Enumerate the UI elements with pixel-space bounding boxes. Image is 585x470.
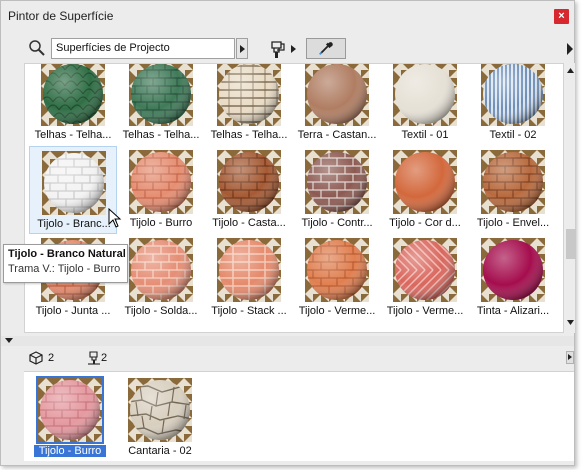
surface-tile[interactable]: Tijolo - Verme...: [293, 234, 381, 322]
object-count: 2: [48, 352, 55, 364]
material-thumbnail: [305, 64, 369, 126]
close-button[interactable]: ×: [554, 9, 569, 24]
material-thumbnail: [129, 64, 193, 126]
surface-label: Tijolo - Verme...: [298, 305, 376, 317]
selected-surface-tile[interactable]: Cantaria - 02: [116, 374, 204, 462]
surface-tile[interactable]: Textil - 01: [381, 64, 469, 146]
surface-tile[interactable]: Tijolo - Contr...: [293, 146, 381, 234]
surface-label: Textil - 02: [489, 129, 537, 141]
material-thumbnail: [305, 238, 369, 302]
material-thumbnail: [128, 378, 192, 442]
tooltip-title: Tijolo - Branco Natural: [8, 248, 126, 260]
surface-tooltip: Tijolo - Branco Natural Trama V.: Tijolo…: [3, 244, 128, 283]
surface-label: Tijolo - Envel...: [476, 217, 550, 229]
surface-label: Telhas - Telha...: [210, 129, 288, 141]
info-panel-toggle[interactable]: [566, 351, 574, 364]
material-thumbnail: [393, 150, 457, 214]
material-thumbnail: [217, 150, 281, 214]
surface-label: Tinta - Alizari...: [476, 305, 550, 317]
selected-surface-tile[interactable]: Tijolo - Burro: [26, 374, 114, 462]
surface-label: Telhas - Telha...: [34, 129, 112, 141]
material-thumbnail: [481, 150, 545, 214]
chevron-right-icon: [240, 45, 245, 53]
surface-label: Tijolo - Burro: [34, 445, 106, 457]
material-thumbnail: [393, 64, 457, 126]
material-thumbnail: [129, 238, 193, 302]
surface-filter-select[interactable]: Superfícies de Projecto: [51, 38, 235, 59]
surface-label: Tijolo - Verme...: [386, 305, 464, 317]
surface-label: Tijolo - Junta ...: [35, 305, 111, 317]
cube-icon: [29, 351, 43, 365]
material-thumbnail: [217, 64, 281, 126]
scroll-up-icon[interactable]: [566, 67, 575, 74]
material-thumbnail: [41, 64, 105, 126]
material-thumbnail: [305, 150, 369, 214]
search-icon[interactable]: [28, 39, 46, 57]
surface-tile[interactable]: Tijolo - Verme...: [381, 234, 469, 322]
material-thumbnail: [393, 238, 457, 302]
filter-dropdown-button[interactable]: [236, 38, 248, 59]
surface-tile[interactable]: Telhas - Telha...: [205, 64, 293, 146]
vertical-scrollbar[interactable]: [565, 63, 576, 333]
surface-tile[interactable]: Tijolo - Casta...: [205, 146, 293, 234]
surface-tile[interactable]: Tinta - Alizari...: [469, 234, 557, 322]
material-thumbnail: [481, 238, 545, 302]
surface-tile[interactable]: Textil - 02: [469, 64, 557, 146]
window-title: Pintor de Superfície: [8, 9, 114, 23]
panel-divider[interactable]: [1, 336, 574, 346]
surface-label: Tijolo - Cor d...: [389, 217, 461, 229]
surface-label: Tijolo - Branc...: [37, 218, 111, 230]
surface-tile[interactable]: Telhas - Telha...: [29, 64, 117, 146]
chevron-right-icon: [568, 354, 572, 360]
collapse-icon[interactable]: [5, 338, 13, 343]
surface-label: Textil - 01: [401, 129, 449, 141]
close-icon: ×: [558, 10, 565, 22]
selected-surfaces-panel: Tijolo - Burro Cantaria - 02: [24, 371, 574, 461]
scroll-down-icon[interactable]: [566, 319, 575, 326]
surface-label: Tijolo - Stack ...: [211, 305, 287, 317]
toolbar: Superfícies de Projecto: [1, 35, 574, 61]
surface-tile[interactable]: Terra - Castan...: [293, 64, 381, 146]
surface-label: Tijolo - Solda...: [124, 305, 198, 317]
surface-label: Telhas - Telha...: [122, 129, 200, 141]
surface-tile[interactable]: Tijolo - Branc...: [29, 146, 117, 234]
paint-brush-icon[interactable]: [266, 38, 288, 60]
brush-menu-arrow-icon[interactable]: [291, 45, 296, 53]
surface-painter-window: Pintor de Superfície × Superfícies de Pr…: [0, 0, 576, 466]
material-thumbnail: [481, 64, 545, 126]
surface-tile[interactable]: Tijolo - Cor d...: [381, 146, 469, 234]
mouse-cursor-icon: [108, 208, 122, 228]
info-bar: 2 2: [1, 347, 574, 369]
surface-tile[interactable]: Tijolo - Solda...: [117, 234, 205, 322]
material-thumbnail: [129, 150, 193, 214]
title-bar: Pintor de Superfície ×: [1, 1, 574, 33]
surface-label: Tijolo - Casta...: [212, 217, 286, 229]
eyedropper-button[interactable]: [306, 38, 346, 59]
paint-count: 2: [101, 352, 108, 364]
side-panel-toggle-icon[interactable]: [566, 42, 574, 56]
surface-tile[interactable]: Tijolo - Burro: [117, 146, 205, 234]
material-thumbnail: [42, 151, 106, 215]
material-thumbnail: [36, 376, 104, 444]
scrollbar-thumb[interactable]: [566, 229, 576, 259]
surface-label: Tijolo - Burro: [129, 217, 193, 229]
surface-grid: Telhas - Telha... Telhas - Telha... Telh…: [24, 63, 564, 333]
material-thumbnail: [217, 238, 281, 302]
surface-tile[interactable]: Tijolo - Envel...: [469, 146, 557, 234]
surface-label: Tijolo - Contr...: [301, 217, 373, 229]
eyedropper-icon: [319, 42, 333, 56]
surface-label: Cantaria - 02: [128, 445, 192, 457]
tooltip-subtitle: Trama V.: Tijolo - Burro: [8, 263, 121, 275]
paint-brush-small-icon: [88, 351, 100, 365]
surface-tile[interactable]: Telhas - Telha...: [117, 64, 205, 146]
surface-tile[interactable]: Tijolo - Stack ...: [205, 234, 293, 322]
surface-label: Terra - Castan...: [297, 129, 377, 141]
